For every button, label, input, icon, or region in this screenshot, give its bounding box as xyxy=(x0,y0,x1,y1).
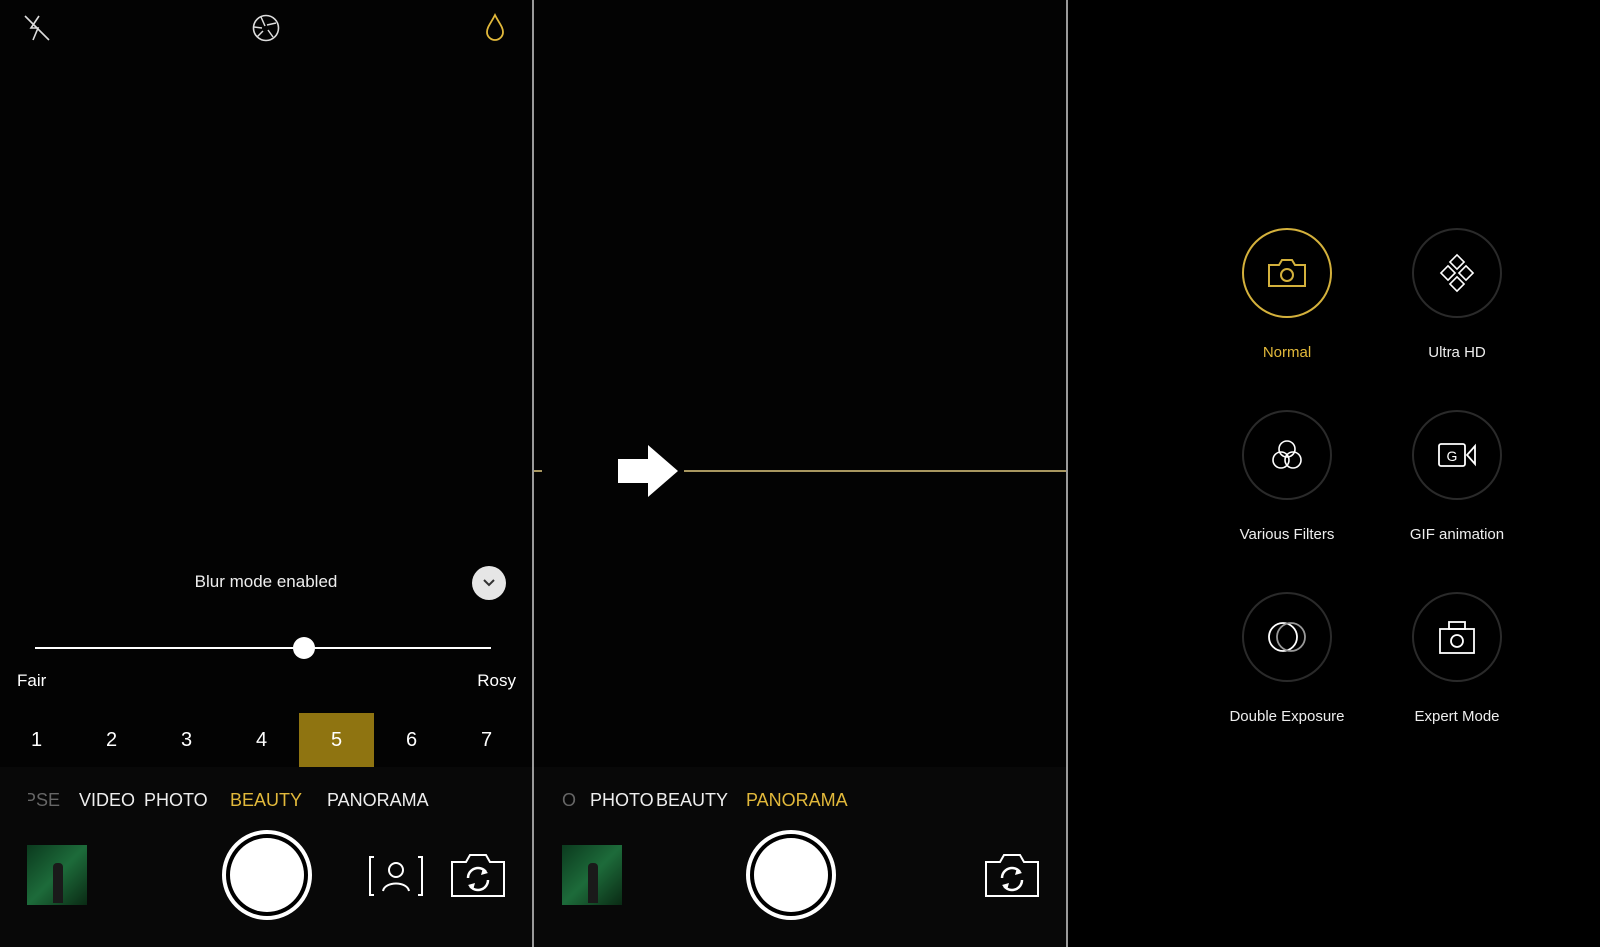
camera-icon xyxy=(1268,259,1306,287)
photo-mode-button[interactable]: G xyxy=(1412,410,1502,500)
shutter-button[interactable] xyxy=(222,830,312,920)
beauty-level-1[interactable]: 1 xyxy=(0,713,74,767)
gallery-thumbnail[interactable] xyxy=(562,845,622,905)
beauty-level-4[interactable]: 4 xyxy=(224,713,299,767)
photo-mode-label: Various Filters xyxy=(1239,526,1335,543)
face-beauty-icon[interactable] xyxy=(368,855,424,897)
mode-panorama[interactable]: PANORAMA xyxy=(746,790,848,811)
beauty-level-2[interactable]: 2 xyxy=(74,713,149,767)
photo-mode-expert-mode[interactable]: Expert Mode xyxy=(1372,592,1542,725)
photo-mode-double-exposure[interactable]: Double Exposure xyxy=(1202,592,1372,725)
mode-video[interactable]: EO xyxy=(562,790,576,811)
ultra-hd-icon xyxy=(1439,253,1475,293)
photo-modes-panel: Normal Ultra HD Various Filters G GIF animat… xyxy=(1068,0,1600,947)
photo-mode-button[interactable] xyxy=(1412,228,1502,318)
drop-icon[interactable] xyxy=(483,12,507,44)
switch-camera-icon[interactable] xyxy=(450,852,506,898)
mode-beauty[interactable]: BEAUTY xyxy=(656,790,728,811)
slider-min-label: Fair xyxy=(17,671,47,690)
panorama-guide-line xyxy=(684,470,1066,472)
switch-camera-icon[interactable] xyxy=(984,852,1040,898)
beauty-slider-thumb[interactable] xyxy=(293,637,316,659)
blur-status-text: Blur mode enabled xyxy=(194,572,338,591)
beauty-level-7[interactable]: 7 xyxy=(449,713,524,767)
panorama-camera-panel: EO PHOTO BEAUTY PANORAMA xyxy=(534,0,1066,947)
mode-timelapse[interactable]: LAPSE xyxy=(28,790,60,811)
mode-panorama[interactable]: PANORAMA xyxy=(327,790,429,811)
beauty-slider-track[interactable] xyxy=(35,637,491,659)
beauty-level-6[interactable]: 6 xyxy=(374,713,449,767)
photo-mode-label: GIF animation xyxy=(1409,526,1505,543)
beauty-level-3[interactable]: 3 xyxy=(149,713,224,767)
panorama-guide-tick xyxy=(534,470,542,472)
photo-mode-button[interactable] xyxy=(1242,228,1332,318)
collapse-button[interactable] xyxy=(472,566,506,600)
expert-camera-icon xyxy=(1439,621,1475,654)
gallery-thumbnail[interactable] xyxy=(27,845,87,905)
aperture-icon[interactable] xyxy=(251,13,281,43)
photo-mode-normal[interactable]: Normal xyxy=(1202,228,1372,361)
photo-mode-label: Normal xyxy=(1262,344,1312,361)
double-exposure-icon xyxy=(1268,622,1306,652)
gif-icon: G xyxy=(1438,443,1476,467)
svg-text:G: G xyxy=(1447,448,1458,464)
shutter-button[interactable] xyxy=(746,830,836,920)
photo-mode-gif-animation[interactable]: G GIF animation xyxy=(1372,410,1542,543)
slider-max-label: Rosy xyxy=(477,671,516,690)
beauty-level-5[interactable]: 5 xyxy=(299,713,374,767)
photo-mode-button[interactable] xyxy=(1242,592,1332,682)
panorama-direction-arrow-icon xyxy=(618,445,678,497)
mode-photo[interactable]: PHOTO xyxy=(144,790,208,811)
photo-mode-label: Double Exposure xyxy=(1229,708,1345,725)
flash-off-icon[interactable] xyxy=(22,13,52,43)
photo-mode-button[interactable] xyxy=(1412,592,1502,682)
chevron-down-icon xyxy=(483,579,495,587)
mode-video[interactable]: VIDEO xyxy=(79,790,135,811)
filters-icon xyxy=(1272,440,1302,469)
mode-photo[interactable]: PHOTO xyxy=(590,790,654,811)
photo-mode-label: Ultra HD xyxy=(1428,344,1486,361)
photo-mode-various-filters[interactable]: Various Filters xyxy=(1202,410,1372,543)
photo-mode-label: Expert Mode xyxy=(1414,708,1500,725)
mode-beauty[interactable]: BEAUTY xyxy=(230,790,302,811)
beauty-camera-panel: Blur mode enabled Fair Rosy 1234567 LAPS… xyxy=(0,0,532,947)
photo-mode-ultra-hd[interactable]: Ultra HD xyxy=(1372,228,1542,361)
photo-mode-button[interactable] xyxy=(1242,410,1332,500)
